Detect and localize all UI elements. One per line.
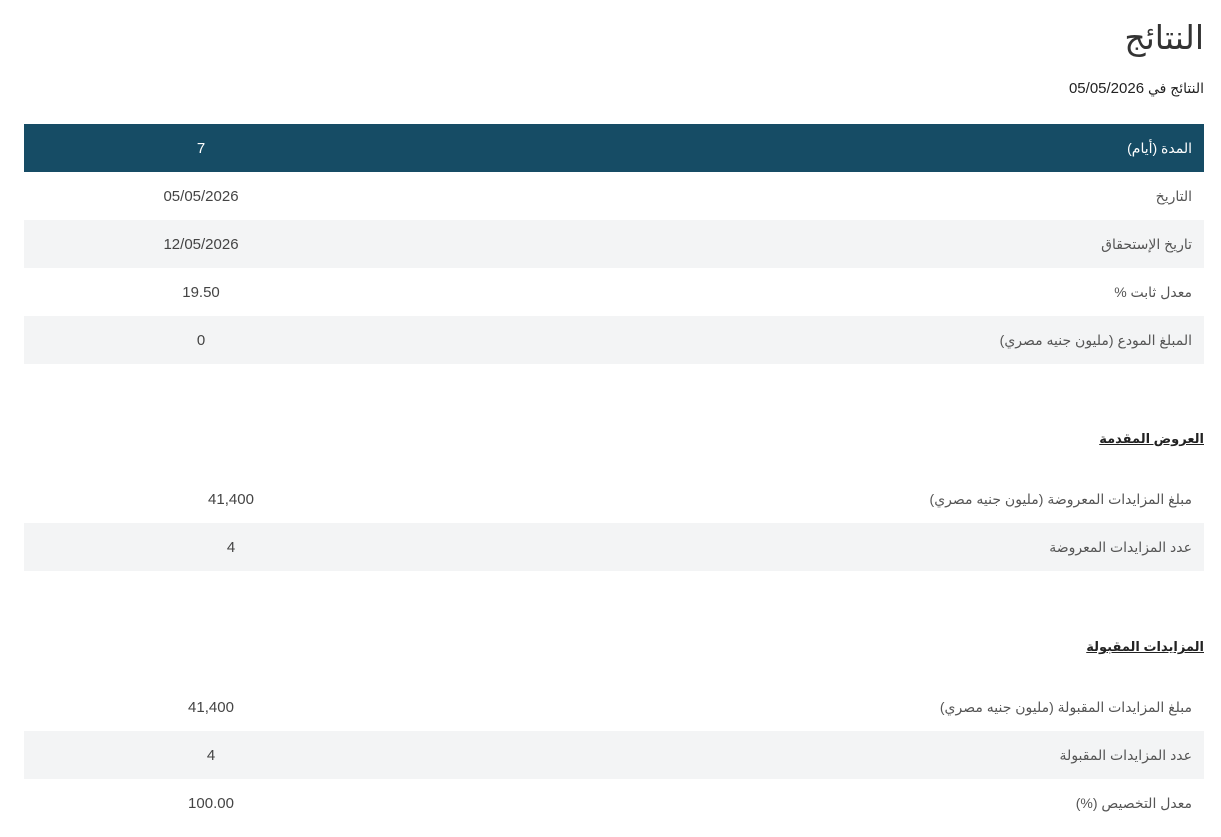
tenor-label: المدة (أيام) [519, 124, 1204, 172]
accepted-amount-value: 41,400 [188, 698, 234, 716]
fixed-rate-label: معدل ثابت % [1114, 283, 1192, 300]
offered-bids-table: مبلغ المزايدات المعروضة (مليون جنيه مصري… [24, 475, 1204, 571]
allocation-rate-value: 100.00 [188, 794, 234, 812]
table-row: تاريخ الإستحقاق 12/05/2026 [24, 220, 1204, 268]
page-title: النتائج [1124, 19, 1204, 56]
accepted-bids-table: مبلغ المزايدات المقبولة (مليون جنيه مصري… [24, 683, 1204, 827]
table-row: مبلغ المزايدات المعروضة (مليون جنيه مصري… [24, 475, 1204, 523]
offered-count-label: عدد المزايدات المعروضة [378, 523, 1204, 571]
offered-amount-value: 41,400 [208, 490, 254, 508]
accepted-bids-heading: المزايدات المقبولة [1086, 639, 1204, 654]
offered-bids-heading: العروض المقدمة [1099, 431, 1204, 446]
table-row: معدل ثابت % 19.50 [24, 268, 1204, 316]
accepted-count-value: 4 [206, 746, 216, 764]
table-row: عدد المزايدات المقبولة 4 [24, 731, 1204, 779]
deposited-amount-label: المبلغ المودع (مليون جنيه مصري) [519, 316, 1204, 364]
table-row: عدد المزايدات المعروضة 4 [24, 523, 1204, 571]
deposited-amount-value: 0 [24, 316, 379, 364]
results-date-value: 05/05/2026 [1068, 80, 1145, 97]
fixed-rate-value: 19.50 [182, 283, 220, 301]
maturity-date-label: تاريخ الإستحقاق [519, 220, 1204, 268]
date-label: التاريخ [1155, 187, 1192, 204]
tenor-value: 7 [24, 124, 379, 172]
auction-details-table: المدة (أيام) 7 التاريخ 05/05/2026 تاريخ … [24, 124, 1204, 364]
accepted-amount-label: مبلغ المزايدات المقبولة (مليون جنيه مصري… [939, 698, 1192, 715]
table-row: المبلغ المودع (مليون جنيه مصري) 0 [24, 316, 1204, 364]
table-row: مبلغ المزايدات المقبولة (مليون جنيه مصري… [24, 683, 1204, 731]
allocation-rate-label: معدل التخصيص (%) [1075, 794, 1192, 811]
date-value: 05/05/2026 [163, 187, 239, 205]
table-row: معدل التخصيص (%) 100.00 [24, 779, 1204, 827]
results-date-line: النتائج في 05/05/2026 [1069, 78, 1204, 99]
offered-amount-label: مبلغ المزايدات المعروضة (مليون جنيه مصري… [929, 490, 1192, 507]
maturity-date-value: 12/05/2026 [24, 220, 379, 268]
results-date-label: النتائج في [1147, 80, 1204, 96]
table-row: التاريخ 05/05/2026 [24, 172, 1204, 220]
table-header-row: المدة (أيام) 7 [24, 124, 1204, 172]
offered-count-value: 4 [226, 538, 236, 556]
accepted-count-label: عدد المزايدات المقبولة [378, 731, 1204, 779]
